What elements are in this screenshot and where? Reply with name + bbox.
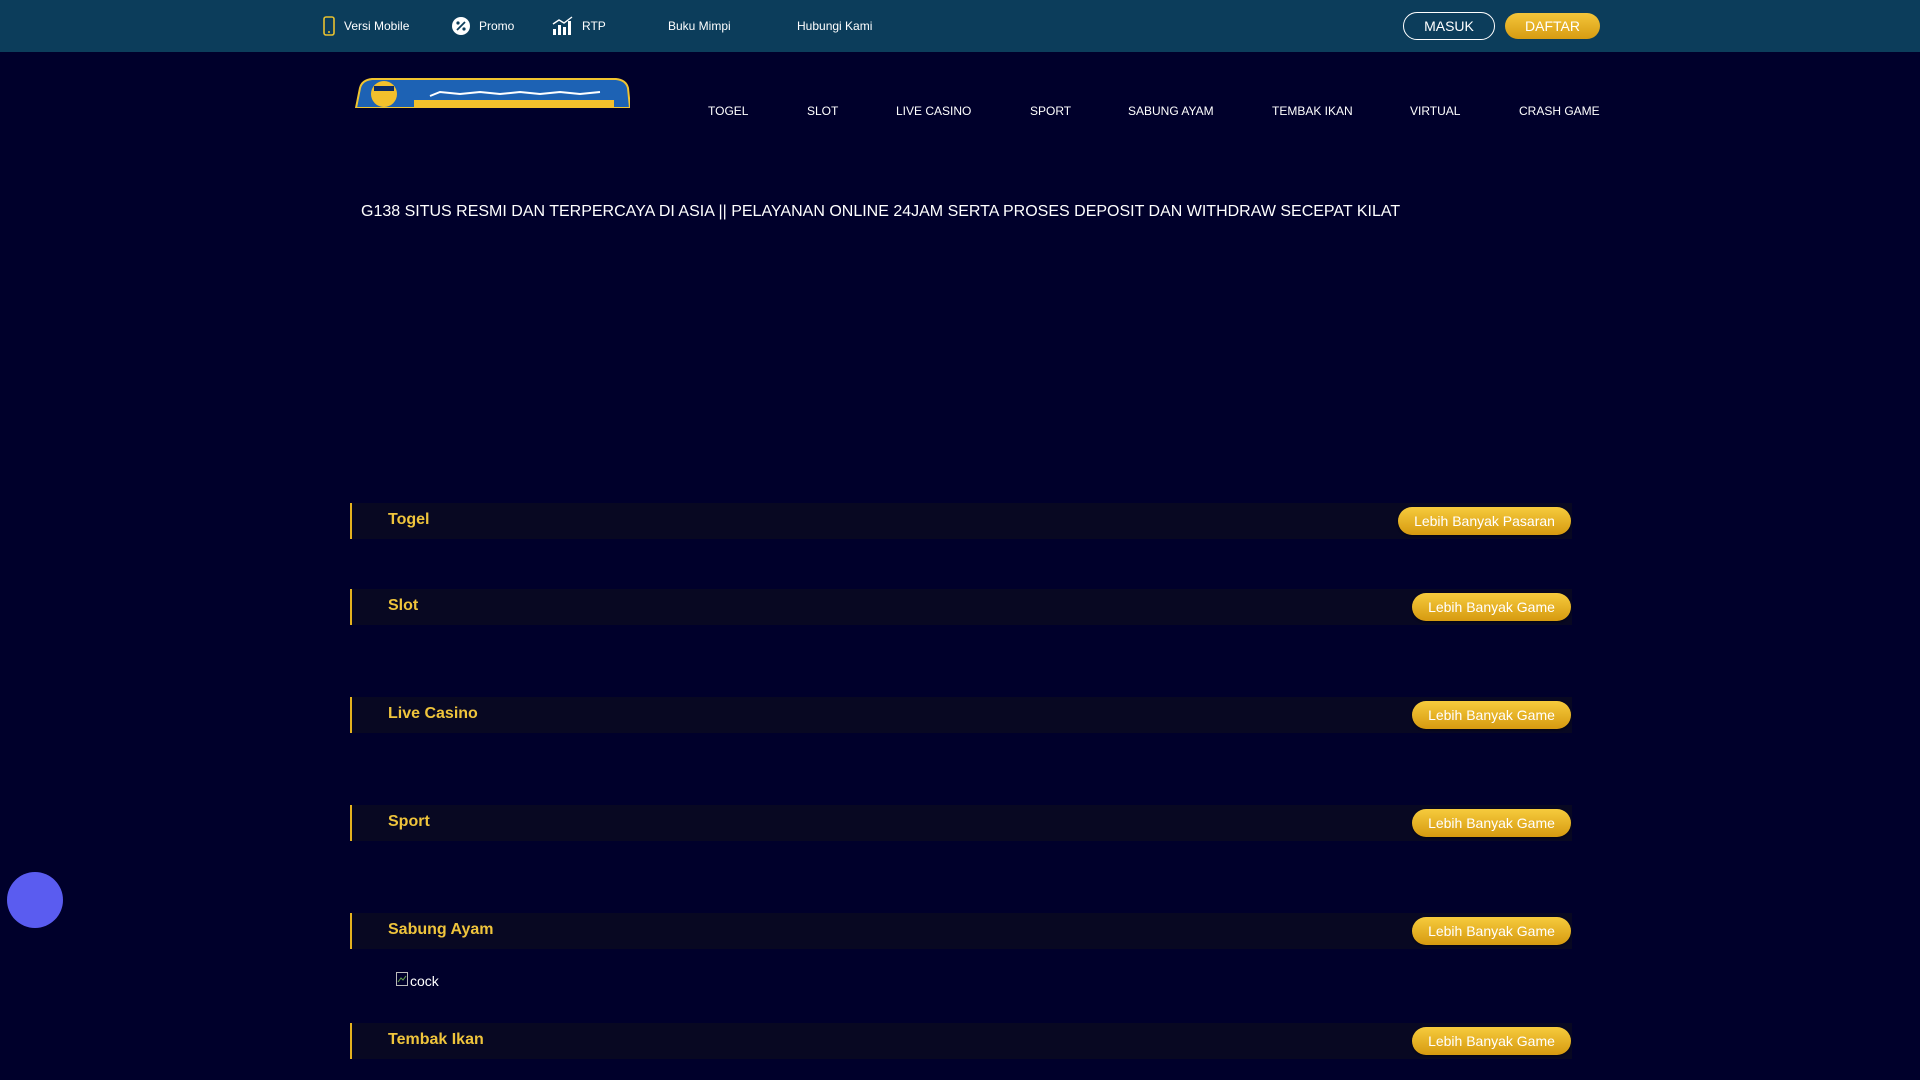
contact-label: Hubungi Kami [797, 19, 873, 33]
mobile-version-label: Versi Mobile [344, 19, 410, 33]
buku-mimpi-label: Buku Mimpi [668, 19, 731, 33]
broken-image-alt: cock [410, 972, 439, 989]
section-sabung-ayam: Sabung Ayam Lebih Banyak Game [350, 913, 1572, 949]
nav-crash-game[interactable]: CRASH GAME [1519, 104, 1600, 118]
percent-badge-icon [451, 16, 471, 36]
section-slot: Slot Lebih Banyak Game [350, 589, 1572, 625]
live-chat-button[interactable] [7, 872, 63, 928]
section-title: Live Casino [388, 705, 478, 722]
bar-chart-icon [552, 16, 574, 36]
section-title: Sport [388, 813, 430, 830]
announcement-marquee: G138 SITUS RESMI DAN TERPERCAYA DI ASIA … [361, 203, 1401, 220]
broken-image-icon [396, 972, 408, 989]
section-title: Tembak Ikan [388, 1031, 484, 1048]
promo-label: Promo [479, 19, 515, 33]
section-sport: Sport Lebih Banyak Game [350, 805, 1572, 841]
contact-link[interactable]: Hubungi Kami [797, 16, 872, 36]
section-live-casino: Live Casino Lebih Banyak Game [350, 697, 1572, 733]
more-games-button[interactable]: Lebih Banyak Game [1412, 593, 1571, 621]
more-markets-button[interactable]: Lebih Banyak Pasaran [1398, 507, 1571, 535]
nav-tembak-ikan[interactable]: TEMBAK IKAN [1272, 104, 1353, 118]
more-games-button[interactable]: Lebih Banyak Game [1412, 917, 1571, 945]
nav-sport[interactable]: SPORT [1030, 104, 1071, 118]
more-games-button[interactable]: Lebih Banyak Game [1412, 701, 1571, 729]
site-logo[interactable] [350, 74, 630, 108]
rtp-link[interactable]: RTP [552, 16, 606, 36]
register-button[interactable]: DAFTAR [1505, 13, 1600, 39]
nav-live-casino[interactable]: LIVE CASINO [896, 104, 971, 118]
mobile-version-link[interactable]: Versi Mobile [322, 16, 409, 36]
promo-link[interactable]: Promo [451, 16, 514, 36]
login-button[interactable]: MASUK [1403, 12, 1495, 40]
broken-image: cock [396, 972, 439, 989]
section-title: Sabung Ayam [388, 921, 494, 938]
section-togel: Togel Lebih Banyak Pasaran [350, 503, 1572, 539]
nav-sabung-ayam[interactable]: SABUNG AYAM [1128, 104, 1214, 118]
mobile-phone-icon [322, 16, 336, 36]
top-bar: Versi Mobile Promo RTP Buku Mimpi Hubung… [0, 0, 1920, 52]
section-tembak-ikan: Tembak Ikan Lebih Banyak Game [350, 1023, 1572, 1059]
section-title: Slot [388, 597, 419, 614]
section-title: Togel [388, 511, 430, 528]
buku-mimpi-link[interactable]: Buku Mimpi [668, 16, 731, 36]
nav-slot[interactable]: SLOT [807, 104, 838, 118]
nav-virtual[interactable]: VIRTUAL [1410, 104, 1460, 118]
more-games-button[interactable]: Lebih Banyak Game [1412, 809, 1571, 837]
more-games-button[interactable]: Lebih Banyak Game [1412, 1027, 1571, 1055]
nav-togel[interactable]: TOGEL [708, 104, 748, 118]
rtp-label: RTP [582, 19, 606, 33]
